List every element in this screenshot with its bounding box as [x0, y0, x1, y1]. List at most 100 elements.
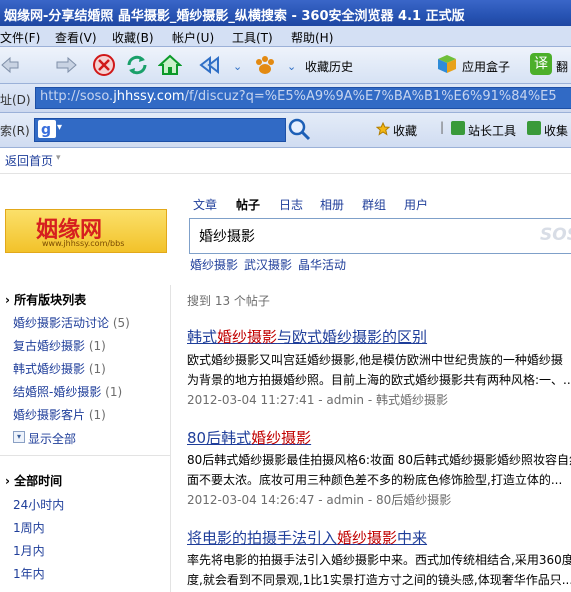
address-url[interactable]: http://soso.jhhssy.com/f/discuz?q=%E5%A9…	[40, 89, 557, 104]
menu-tools[interactable]: 工具(T)	[232, 29, 273, 46]
result-snippet: 80后韩式婚纱摄影最佳拍摄风格6:妆面 80后韩式婚纱摄影婚纱照妆容自然	[187, 453, 571, 467]
related-link[interactable]: 晶华活动	[298, 256, 346, 273]
google-icon[interactable]: g	[38, 120, 56, 138]
menu-view[interactable]: 查看(V)	[55, 29, 97, 46]
url-domain: jhhssy.com	[113, 89, 185, 104]
forum-name[interactable]: 婚纱摄影客片	[13, 408, 85, 422]
back-icon[interactable]	[0, 55, 20, 75]
forward-icon[interactable]	[54, 55, 78, 75]
translate-label[interactable]: 翻	[556, 58, 568, 75]
forum-item[interactable]: 婚纱摄影活动讨论 (5)	[13, 314, 130, 331]
time-filter[interactable]: 1年内	[13, 565, 45, 582]
webmaster-icon[interactable]	[451, 121, 465, 135]
stop-icon[interactable]	[92, 53, 116, 77]
paw-icon[interactable]	[253, 53, 277, 77]
address-label: 址(D)	[0, 93, 31, 107]
title-text: 80后韩式	[187, 429, 252, 447]
result-meta: 2012-03-04 11:27:41 - admin - 韩式婚纱摄影	[187, 393, 448, 407]
divider	[0, 173, 571, 174]
site-logo[interactable]: 姻缘网 www.jhhssy.com/bbs	[5, 209, 167, 253]
divider	[0, 455, 170, 456]
chevron-down-icon[interactable]: ⌄	[233, 60, 242, 73]
app-box-icon[interactable]	[436, 53, 458, 75]
window-title-bar: 姻缘网-分享结婚照 晶华摄影_婚纱摄影_纵横搜索 - 360安全浏览器 4.1 …	[0, 0, 571, 26]
show-all-link[interactable]: 显示全部	[28, 430, 76, 447]
forum-count: (1)	[88, 408, 106, 422]
forum-count: (1)	[88, 362, 106, 376]
expand-icon[interactable]: ▾	[13, 431, 25, 443]
forum-name[interactable]: 复古婚纱摄影	[13, 339, 85, 353]
forums-heading: › 所有版块列表	[5, 293, 87, 307]
search-input[interactable]	[34, 118, 286, 142]
page-search-input[interactable]: 婚纱摄影	[199, 226, 255, 246]
tab-users[interactable]: 用户	[404, 196, 428, 213]
time-filter[interactable]: 1月内	[13, 542, 45, 559]
translate-icon[interactable]: 译	[530, 53, 552, 75]
toolbar: ⌄ ⌄ 收藏历史 应用盒子 译 翻	[0, 47, 571, 84]
result-snippet: 欧式婚纱摄影又叫宫廷婚纱摄影,他是模仿欧洲中世纪贵族的一种婚纱摄	[187, 353, 563, 367]
result-snippet: 面不要太浓。底妆可用三种颜色差不多的粉底色修饰脸型,打造立体的...	[187, 473, 563, 487]
favorites-button[interactable]: 收藏	[393, 122, 417, 139]
related-link[interactable]: 武汉摄影	[244, 256, 292, 273]
forum-item[interactable]: 结婚照-婚纱摄影 (1)	[13, 383, 122, 400]
forum-item[interactable]: 韩式婚纱摄影 (1)	[13, 360, 106, 377]
time-heading: › 全部时间	[5, 474, 63, 488]
forum-count: (1)	[88, 339, 106, 353]
menu-bar: 文件(F) 查看(V) 收藏(B) 帐户(U) 工具(T) 帮助(H)	[0, 26, 571, 47]
forums-title: 所有版块列表	[14, 293, 87, 307]
forum-count: (5)	[112, 316, 130, 330]
menu-account[interactable]: 帐户(U)	[172, 29, 214, 46]
forum-name[interactable]: 韩式婚纱摄影	[13, 362, 85, 376]
title-keyword: 婚纱摄影	[251, 429, 312, 447]
url-prefix: http://soso.	[40, 89, 114, 104]
collect-icon[interactable]	[527, 121, 541, 135]
app-box-label[interactable]: 应用盒子	[462, 58, 510, 75]
time-filter[interactable]: 24小时内	[13, 496, 64, 513]
menu-file[interactable]: 文件(F)	[0, 29, 40, 46]
result-count: 搜到 13 个帖子	[187, 294, 270, 308]
separator: |	[440, 120, 445, 134]
title-text: 将电影的拍摄手法引入	[187, 529, 338, 547]
logo-subtext: www.jhhssy.com/bbs	[42, 239, 125, 248]
result-title[interactable]: 80后韩式婚纱摄影	[187, 427, 311, 448]
tab-albums[interactable]: 相册	[320, 196, 344, 213]
related-link[interactable]: 婚纱摄影	[190, 256, 238, 273]
tab-logs[interactable]: 日志	[279, 196, 303, 213]
time-filter[interactable]: 1周内	[13, 519, 45, 536]
soso-brand: SOSO	[540, 225, 571, 245]
forum-name[interactable]: 结婚照-婚纱摄影	[13, 385, 101, 399]
forum-item[interactable]: 复古婚纱摄影 (1)	[13, 337, 106, 354]
home-icon[interactable]	[157, 53, 183, 77]
forum-item[interactable]: 婚纱摄影客片 (1)	[13, 406, 106, 423]
tab-posts[interactable]: 帖子	[236, 196, 260, 213]
title-text: 与欧式婚纱摄影的区别	[277, 328, 428, 346]
result-title[interactable]: 韩式婚纱摄影与欧式婚纱摄影的区别	[187, 326, 427, 347]
tab-articles[interactable]: 文章	[193, 196, 217, 213]
result-meta: 2012-03-04 14:26:47 - admin - 80后婚纱摄影	[187, 493, 452, 507]
search-icon[interactable]	[287, 117, 311, 141]
history-label[interactable]: 收藏历史	[305, 58, 353, 75]
result-snippet: 率先将电影的拍摄手法引入婚纱摄影中来。西式加传统相结合,采用360度	[187, 553, 571, 567]
engine-dropdown-icon[interactable]: ▾	[57, 122, 62, 133]
chevron-down-icon[interactable]: ⌄	[287, 60, 296, 73]
chevron-down-icon[interactable]: ▾	[56, 153, 61, 163]
page-search-box[interactable]: 婚纱摄影 SOSO	[189, 218, 571, 254]
title-text: 韩式	[187, 328, 218, 346]
title-keyword: 婚纱摄影	[337, 529, 398, 547]
title-keyword: 婚纱摄影	[217, 328, 278, 346]
result-snippet: 为背景的地方拍摄婚纱照。目前上海的欧式婚纱摄影共有两种风格:一、...	[187, 373, 571, 387]
restore-tab-icon[interactable]	[198, 53, 222, 77]
menu-favorites[interactable]: 收藏(B)	[112, 29, 154, 46]
result-title[interactable]: 将电影的拍摄手法引入婚纱摄影中来	[187, 527, 427, 548]
refresh-icon[interactable]	[125, 53, 149, 77]
webmaster-button[interactable]: 站长工具	[468, 122, 516, 139]
forum-name[interactable]: 婚纱摄影活动讨论	[13, 316, 109, 330]
result-snippet: 度,就会看到不同景观,1比1实景打造方寸之间的镜头感,体现奢华作品只...	[187, 573, 571, 587]
forum-count: (1)	[105, 385, 123, 399]
home-link[interactable]: 返回首页	[5, 152, 53, 169]
menu-help[interactable]: 帮助(H)	[291, 29, 333, 46]
collect-button[interactable]: 收集	[544, 122, 568, 139]
sidebar-divider	[170, 285, 171, 592]
tab-groups[interactable]: 群组	[362, 196, 386, 213]
star-icon[interactable]	[375, 121, 391, 136]
